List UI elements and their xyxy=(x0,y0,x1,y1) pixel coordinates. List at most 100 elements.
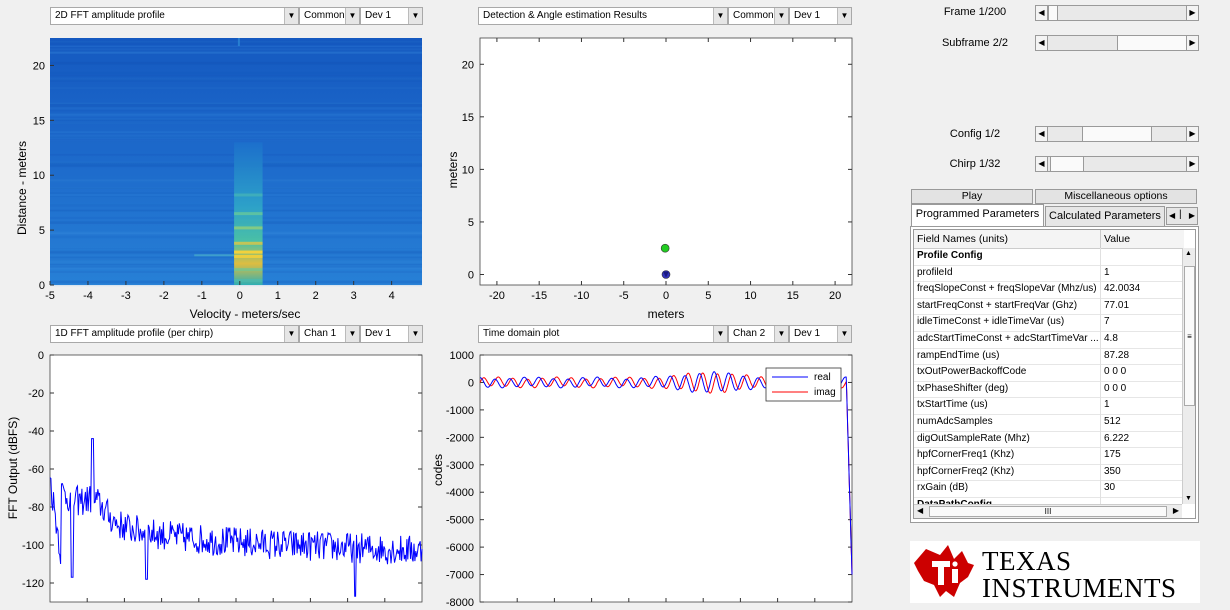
select-value: Dev 1 xyxy=(794,10,821,21)
table-row[interactable]: txStartTime (us) 1 xyxy=(914,397,1182,415)
column-divider xyxy=(1100,281,1101,298)
arrow-down-icon[interactable]: ▼ xyxy=(1185,495,1192,502)
table-row[interactable]: Profile Config xyxy=(914,248,1182,266)
chevron-down-icon: ▼ xyxy=(774,326,788,342)
x-tick-label: 4 xyxy=(389,290,395,302)
channel-select-bottom-left[interactable]: Chan 1 ▼ xyxy=(299,325,360,343)
chevron-down-icon: ▼ xyxy=(837,326,851,342)
y-tick-label: 0 xyxy=(468,377,474,389)
subframe-slider[interactable]: ◀ ▶ xyxy=(1035,35,1199,51)
chevron-down-icon: ▼ xyxy=(713,326,727,342)
table-row[interactable]: txPhaseShifter (deg) 0 0 0 xyxy=(914,380,1182,399)
y-tick-label: -60 xyxy=(28,464,44,476)
arrow-right-icon[interactable]: ▶ xyxy=(1186,127,1198,141)
arrow-right-icon[interactable]: ▶ xyxy=(1173,506,1179,515)
table-row[interactable]: idleTimeConst + idleTimeVar (us) 7 xyxy=(914,314,1182,332)
chevron-down-icon: ▼ xyxy=(774,8,788,24)
channel-select-bottom-right[interactable]: Chan 2 ▼ xyxy=(728,325,789,343)
detection-scatter-plot: -20 -15 -10 -5 0 5 10 15 20 0 5 10 15 20 meters meter… xyxy=(446,37,853,321)
table-row[interactable]: numAdcSamples 512 xyxy=(914,414,1182,432)
ti-state-logo-icon xyxy=(914,545,974,597)
tab-calculated-parameters[interactable]: Calculated Parameters xyxy=(1045,206,1165,227)
table-row[interactable]: hpfCornerFreq1 (Khz) 175 xyxy=(914,447,1182,465)
value-cell: 512 xyxy=(1104,416,1121,427)
subframe-label: Subframe 2/2 xyxy=(941,37,1009,49)
device-select-top-left[interactable]: Dev 1 ▼ xyxy=(360,7,423,25)
table-row[interactable]: startFreqConst + startFreqVar (Ghz) 77.01 xyxy=(914,297,1182,316)
select-value: Common xyxy=(304,10,345,21)
select-value: Dev 1 xyxy=(794,328,821,339)
column-divider xyxy=(1100,397,1101,414)
y-tick-label: -120 xyxy=(22,578,44,590)
device-select-top-right[interactable]: Dev 1 ▼ xyxy=(789,7,852,25)
slider-thumb[interactable] xyxy=(1047,6,1058,20)
plot-type-select-top-right[interactable]: Detection & Angle estimation Results ▼ xyxy=(478,7,728,25)
y-tick-label: -2000 xyxy=(446,432,474,444)
value-cell: 6.222 xyxy=(1104,432,1130,444)
arrow-left-icon[interactable]: ◀ xyxy=(1036,157,1048,171)
table-row[interactable]: adcStartTimeConst + adcStartTimeVar ... 4… xyxy=(914,331,1182,349)
heatmap-noise-band xyxy=(50,45,422,48)
x-tick-label: 20 xyxy=(829,290,841,302)
value-cell: 4.8 xyxy=(1104,333,1118,344)
table-row[interactable]: freqSlopeConst + freqSlopeVar (Mhz/us) 42… xyxy=(914,281,1182,299)
table-row[interactable]: rxGain (dB) 30 xyxy=(914,480,1182,498)
config-slider[interactable]: ◀ ▶ xyxy=(1035,126,1199,142)
x-axis-label: Velocity - meters/sec xyxy=(190,307,301,321)
plot-type-select-bottom-right[interactable]: Time domain plot ▼ xyxy=(478,325,728,343)
column-divider xyxy=(1100,414,1101,431)
heatmap-2d-fft: -5 -4 -3 -2 -1 0 1 2 3 4 0 5 10 15 20 Velocity - meter… xyxy=(15,38,422,321)
miscellaneous-options-button[interactable]: Miscellaneous options xyxy=(1035,189,1197,204)
select-value: Detection & Angle estimation Results xyxy=(483,10,647,21)
device-select-bottom-right[interactable]: Dev 1 ▼ xyxy=(789,325,852,343)
table-row[interactable]: hpfCornerFreq2 (Khz) 350 xyxy=(914,463,1182,482)
heatmap-noise-band xyxy=(50,74,422,77)
frame-slider[interactable]: ◀ ▶ xyxy=(1035,5,1199,21)
logo-text-line1: TEXAS xyxy=(982,546,1072,576)
vertical-scrollbar[interactable]: ▲ ≡ ▼ xyxy=(1182,248,1195,504)
plot-type-select-bottom-left[interactable]: 1D FFT amplitude profile (per chirp) ▼ xyxy=(50,325,299,343)
scrollbar-thumb[interactable]: ≡ xyxy=(1184,266,1195,406)
x-tick-label: -20 xyxy=(489,290,505,302)
arrow-right-icon[interactable]: ▶ xyxy=(1186,157,1198,171)
table-row[interactable]: digOutSampleRate (Mhz) 6.222 xyxy=(914,430,1182,449)
y-tick-label: -7000 xyxy=(446,570,474,582)
chirp-slider[interactable]: ◀ ▶ xyxy=(1035,156,1199,172)
heatmap-noise-band xyxy=(50,79,422,82)
arrow-left-icon[interactable]: ◀ xyxy=(1036,127,1048,141)
slider-thumb[interactable] xyxy=(1050,157,1085,171)
arrow-left-icon[interactable]: ◀ xyxy=(1036,6,1048,20)
scope-select-top-left[interactable]: Common ▼ xyxy=(299,7,360,25)
legend: real imag xyxy=(765,367,842,402)
logo-text-line2: INSTRUMENTS xyxy=(982,573,1177,603)
y-axis-label: codes xyxy=(431,454,445,486)
play-button[interactable]: Play xyxy=(911,189,1033,204)
x-tick-label: -5 xyxy=(45,290,55,302)
slider-thumb[interactable] xyxy=(1082,127,1152,141)
y-tick-label: 20 xyxy=(462,59,474,71)
select-value: Chan 2 xyxy=(733,328,766,339)
heatmap-range-bin xyxy=(234,241,263,245)
arrow-up-icon[interactable]: ▲ xyxy=(1185,250,1192,257)
device-select-bottom-left[interactable]: Dev 1 ▼ xyxy=(360,325,423,343)
legend-label-real: real xyxy=(814,372,831,383)
arrow-right-icon[interactable]: ▶ xyxy=(1186,36,1198,50)
x-tick-label: 5 xyxy=(705,290,711,302)
arrow-left-icon[interactable]: ◀ xyxy=(1169,208,1175,224)
plot-type-select-top-left[interactable]: 2D FFT amplitude profile ▼ xyxy=(50,7,299,25)
slider-thumb[interactable] xyxy=(1117,36,1187,50)
scrollbar-thumb[interactable]: III xyxy=(929,506,1167,517)
table-row[interactable]: rampEndTime (us) 87.28 xyxy=(914,347,1182,366)
horizontal-scrollbar[interactable]: ◀ III ▶ xyxy=(914,504,1182,518)
table-row[interactable]: profileId 1 xyxy=(914,264,1182,283)
arrow-left-icon[interactable]: ◀ xyxy=(1036,36,1048,50)
tab-scroll-buttons[interactable]: ◀ | ▶ xyxy=(1166,207,1198,225)
arrow-right-icon[interactable]: ▶ xyxy=(1186,6,1198,20)
tab-programmed-parameters[interactable]: Programmed Parameters xyxy=(911,204,1044,227)
arrow-left-icon[interactable]: ◀ xyxy=(917,506,923,515)
arrow-right-icon[interactable]: ▶ xyxy=(1189,208,1195,224)
scope-select-top-right[interactable]: Common ▼ xyxy=(728,7,789,25)
table-row[interactable]: txOutPowerBackoffCode 0 0 0 xyxy=(914,364,1182,382)
x-tick-label: 15 xyxy=(787,290,799,302)
heatmap-range-bin xyxy=(234,254,263,258)
